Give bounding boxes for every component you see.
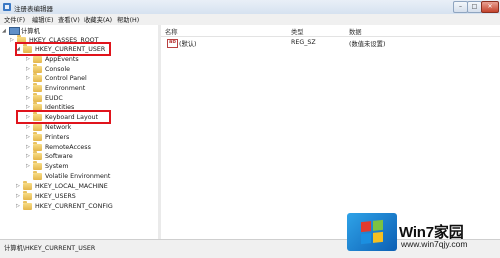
expand-icon[interactable]: ▷	[16, 193, 20, 199]
folder-icon	[33, 83, 42, 92]
highlight-box-hkcu	[15, 42, 111, 56]
menu-view[interactable]: 查看(V)	[58, 15, 80, 24]
values-list[interactable]: 名称 类型 数据 ab (默认) REG_SZ (数值未设置)	[161, 25, 500, 239]
menu-edit[interactable]: 编辑(E)	[32, 15, 54, 24]
folder-icon	[33, 171, 42, 180]
folder-icon	[33, 54, 42, 63]
ab-value-icon: ab	[167, 39, 178, 48]
tree-node-label: HKEY_LOCAL_MACHINE	[35, 183, 108, 190]
column-header-type[interactable]: 类型	[291, 27, 304, 36]
tree-node-label: Volatile Environment	[45, 173, 111, 180]
folder-icon	[33, 93, 42, 102]
folder-icon	[33, 151, 42, 160]
column-header-name[interactable]: 名称	[165, 27, 178, 36]
tree-node-label: Console	[45, 66, 70, 73]
title-bar: 注册表编辑器 – □ ✕	[0, 0, 500, 15]
expand-icon[interactable]: ▷	[16, 203, 20, 209]
value-row-type: REG_SZ	[291, 39, 316, 46]
folder-icon	[33, 122, 42, 131]
column-header-data[interactable]: 数据	[349, 27, 362, 36]
tree-node-label: Environment	[45, 85, 86, 92]
maximize-button[interactable]: □	[467, 1, 482, 13]
tree-node-label: HKEY_CURRENT_CONFIG	[35, 203, 113, 210]
status-path: 计算机\HKEY_CURRENT_USER	[4, 245, 96, 252]
highlight-box-keyboard-layout	[16, 110, 111, 124]
folder-icon	[23, 181, 32, 190]
expand-icon[interactable]: ▷	[26, 95, 30, 101]
expand-icon[interactable]: ▷	[26, 134, 30, 140]
windows-flag-logo-icon	[347, 213, 397, 251]
expand-icon[interactable]: ▷	[26, 75, 30, 81]
folder-icon	[33, 161, 42, 170]
tree-node-label: System	[45, 163, 69, 170]
expand-icon[interactable]: ▷	[26, 66, 30, 72]
computer-icon	[9, 27, 20, 35]
tree-node-label: 计算机	[21, 28, 40, 35]
expand-icon[interactable]: ▷	[26, 144, 30, 150]
expand-icon[interactable]: ▷	[26, 85, 30, 91]
menu-file[interactable]: 文件(F)	[4, 15, 25, 24]
minimize-button[interactable]: –	[453, 1, 468, 13]
window-title: 注册表编辑器	[14, 5, 53, 13]
folder-icon	[33, 132, 42, 141]
menu-help[interactable]: 帮助(H)	[117, 15, 139, 24]
collapse-icon[interactable]: ◢	[2, 28, 6, 34]
tree-node-label: EUDC	[45, 95, 63, 102]
tree-node-label: Network	[45, 124, 72, 131]
tree-node-label: Control Panel	[45, 75, 87, 82]
watermark-url: www.win7qjy.com	[401, 239, 468, 249]
tree-node-label: Software	[45, 153, 73, 160]
value-row-data: (数值未设置)	[349, 41, 386, 48]
expand-icon[interactable]: ▷	[26, 153, 30, 159]
menu-favorites[interactable]: 收藏夹(A)	[84, 15, 112, 24]
folder-icon	[33, 73, 42, 82]
folder-icon	[33, 142, 42, 151]
tree-node-label: HKEY_USERS	[35, 193, 76, 200]
tree-node-label: RemoteAccess	[45, 144, 91, 151]
tree-node-label: AppEvents	[45, 56, 79, 63]
registry-tree[interactable]: ◢ 计算机 ▷ HKEY_CLASSES_ROOT ◢ HKEY_CURRENT…	[0, 25, 159, 239]
folder-icon	[23, 201, 32, 210]
folder-icon	[33, 64, 42, 73]
close-button[interactable]: ✕	[481, 1, 499, 13]
regedit-app-icon	[3, 3, 11, 11]
folder-icon	[23, 191, 32, 200]
win7-watermark-logo: Win7家园 www.win7qjy.com	[347, 213, 495, 257]
tree-node-label: Printers	[45, 134, 70, 141]
expand-icon[interactable]: ▷	[26, 124, 30, 130]
column-header-bar	[161, 25, 500, 37]
expand-icon[interactable]: ▷	[10, 37, 14, 43]
value-row-name[interactable]: (默认)	[179, 39, 197, 48]
expand-icon[interactable]: ▷	[16, 183, 20, 189]
expand-icon[interactable]: ▷	[26, 56, 30, 62]
expand-icon[interactable]: ▷	[26, 163, 30, 169]
